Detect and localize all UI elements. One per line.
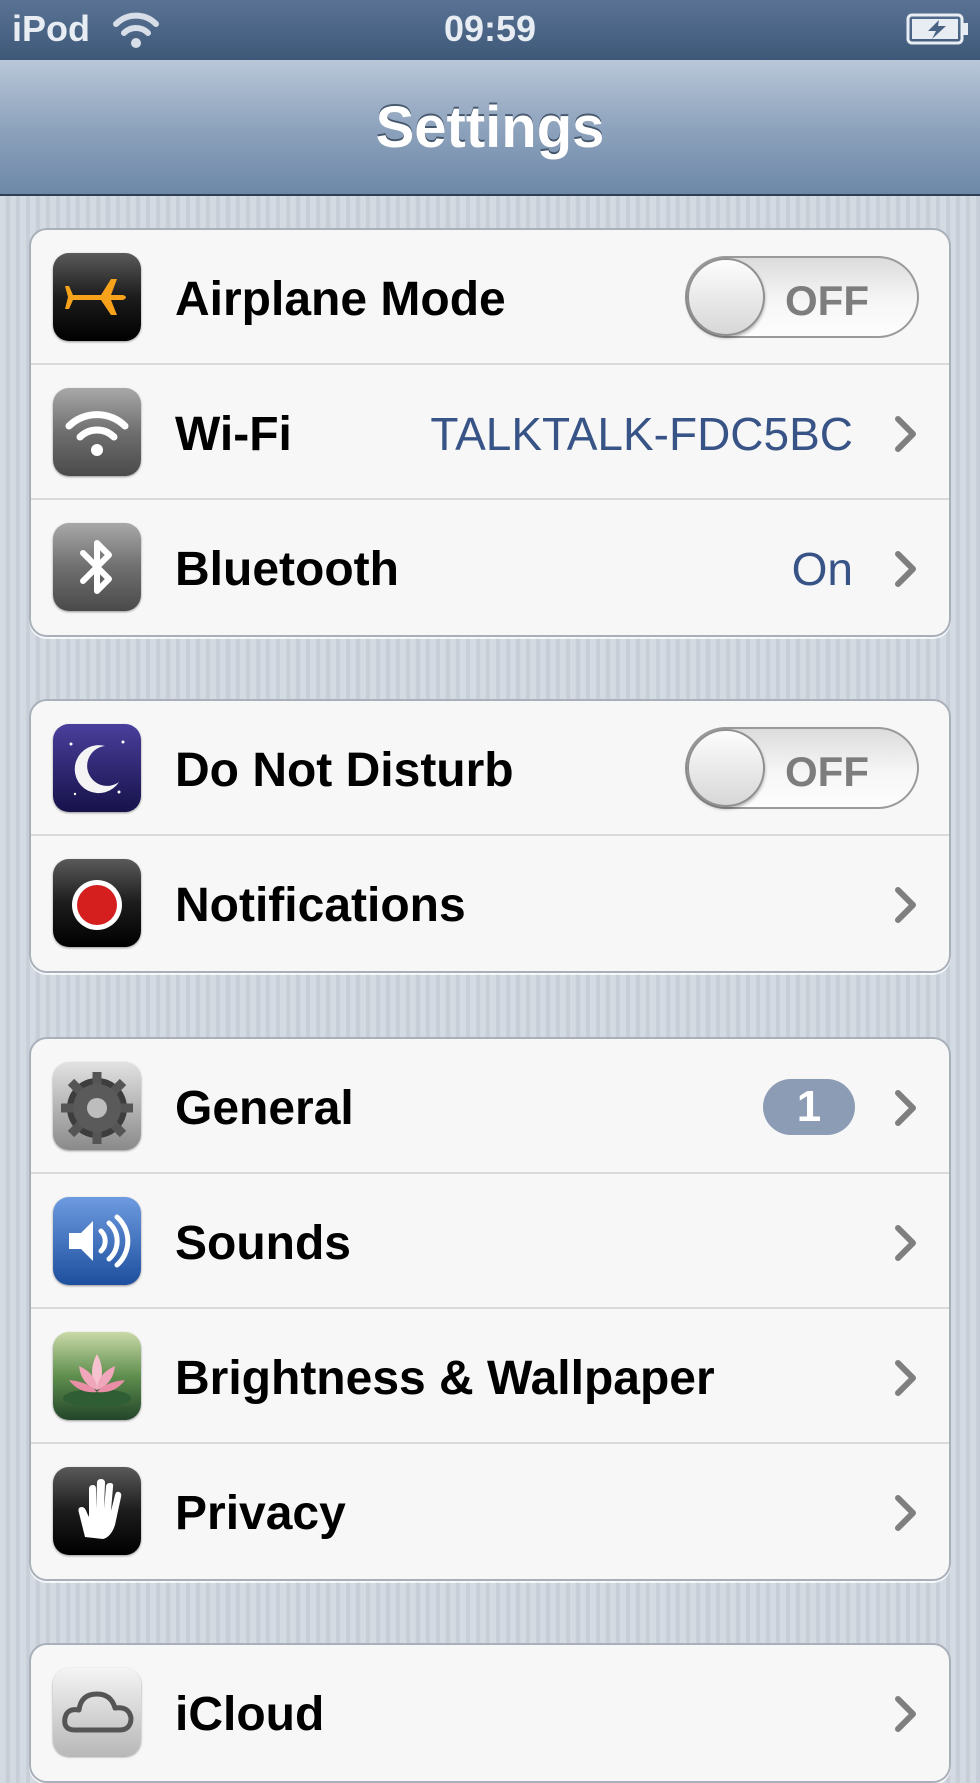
icloud-row[interactable]: iCloud: [31, 1645, 949, 1780]
chevron-right-icon: [895, 1495, 916, 1531]
airplane-mode-label: Airplane Mode: [175, 273, 506, 326]
toggle-state-text: OFF: [785, 277, 869, 324]
toggle-knob: [687, 258, 765, 336]
general-label: General: [175, 1082, 354, 1135]
chevron-right-icon: [895, 1360, 916, 1396]
settings-group-connectivity: Airplane Mode OFF Wi-Fi TALKTALK-FDC5BC: [29, 228, 951, 637]
chevron-right-icon: [895, 551, 916, 587]
settings-group-accounts: iCloud: [29, 1643, 951, 1783]
notifications-icon: [53, 859, 141, 947]
lotus-icon: [53, 1332, 141, 1420]
airplane-mode-row: Airplane Mode OFF: [31, 230, 949, 365]
do-not-disturb-row: Do Not Disturb OFF: [31, 701, 949, 836]
page-title: Settings: [375, 95, 605, 160]
update-count-badge: 1: [763, 1079, 855, 1135]
bluetooth-label: Bluetooth: [175, 543, 399, 596]
hand-icon: [53, 1467, 141, 1555]
bluetooth-row[interactable]: Bluetooth On: [31, 500, 949, 635]
notifications-row[interactable]: Notifications: [31, 836, 949, 971]
icloud-label: iCloud: [175, 1688, 325, 1741]
notifications-label: Notifications: [175, 879, 466, 932]
navigation-bar: Settings: [0, 60, 980, 196]
do-not-disturb-label: Do Not Disturb: [175, 744, 514, 797]
settings-group-device: General 1 Sounds Brightness & Wallpaper …: [29, 1037, 951, 1581]
general-row[interactable]: General 1: [31, 1039, 949, 1174]
battery-charging-icon: [906, 13, 968, 45]
wifi-icon: [53, 388, 141, 476]
chevron-right-icon: [895, 416, 916, 452]
brightness-wallpaper-row[interactable]: Brightness & Wallpaper: [31, 1309, 949, 1444]
toggle-state-text: OFF: [785, 748, 869, 795]
status-bar: iPod 09:59: [0, 0, 980, 60]
wifi-network-value: TALKTALK-FDC5BC: [430, 408, 853, 460]
brightness-wallpaper-label: Brightness & Wallpaper: [175, 1352, 715, 1405]
wifi-label: Wi-Fi: [175, 408, 292, 461]
chevron-right-icon: [895, 1225, 916, 1261]
airplane-mode-toggle[interactable]: OFF: [685, 256, 919, 338]
privacy-label: Privacy: [175, 1487, 346, 1540]
chevron-right-icon: [895, 1696, 916, 1732]
sounds-row[interactable]: Sounds: [31, 1174, 949, 1309]
moon-icon: [53, 724, 141, 812]
wifi-row[interactable]: Wi-Fi TALKTALK-FDC5BC: [31, 365, 949, 500]
toggle-knob: [687, 729, 765, 807]
sounds-label: Sounds: [175, 1217, 351, 1270]
chevron-right-icon: [895, 887, 916, 923]
clock: 09:59: [443, 8, 537, 49]
do-not-disturb-toggle[interactable]: OFF: [685, 727, 919, 809]
gear-icon: [53, 1062, 141, 1150]
bluetooth-status-value: On: [791, 543, 853, 595]
settings-group-alerts: Do Not Disturb OFF Notifications: [29, 699, 951, 973]
cloud-icon: [53, 1668, 141, 1756]
privacy-row[interactable]: Privacy: [31, 1444, 949, 1579]
airplane-icon: [53, 253, 141, 341]
chevron-right-icon: [895, 1090, 916, 1126]
speaker-icon: [53, 1197, 141, 1285]
bluetooth-icon: [53, 523, 141, 611]
